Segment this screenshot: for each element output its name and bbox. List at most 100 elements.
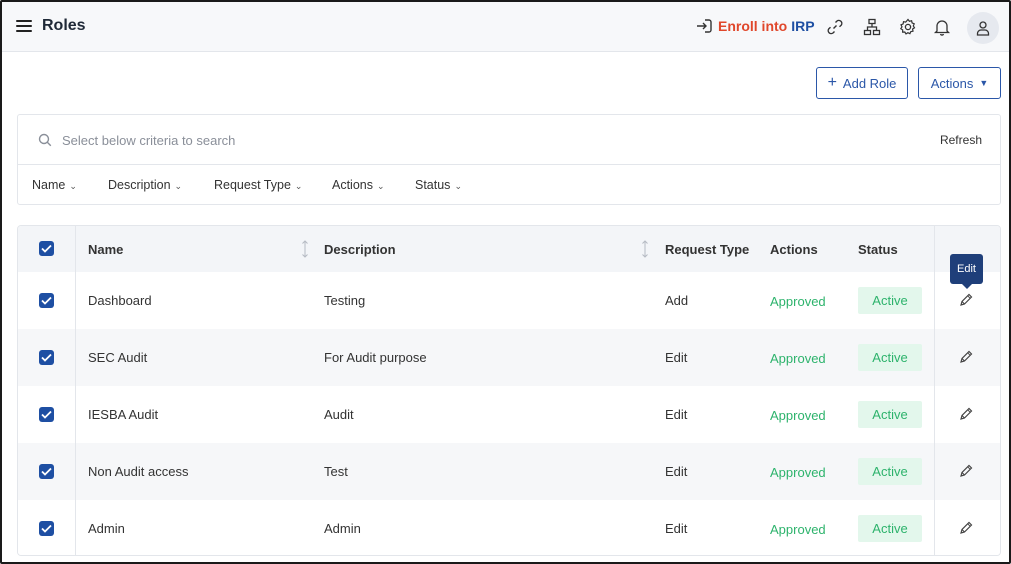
chevron-down-icon: ⌄	[377, 181, 385, 191]
user-icon	[976, 21, 990, 36]
check-icon	[41, 467, 52, 476]
filter-status[interactable]: Status ⌄	[415, 178, 462, 192]
cell-description: Audit	[324, 407, 354, 422]
enroll-text: Enroll into	[718, 18, 788, 34]
hierarchy-icon[interactable]	[863, 18, 881, 36]
column-header-request-type[interactable]: Request Type	[665, 242, 749, 257]
sort-icon[interactable]	[301, 240, 309, 258]
cell-request-type: Edit	[665, 521, 688, 536]
cell-name: IESBA Audit	[88, 407, 159, 422]
row-checkbox[interactable]	[39, 464, 54, 479]
status-badge: Active	[858, 458, 922, 485]
bell-icon[interactable]	[933, 18, 951, 36]
column-divider	[75, 226, 76, 555]
table-row[interactable]: IESBA Audit Audit Edit Approved Active	[18, 386, 1000, 443]
cell-action: Approved	[770, 522, 826, 537]
cell-name: Dashboard	[88, 293, 152, 308]
cell-description: Testing	[324, 293, 366, 308]
cell-action: Approved	[770, 294, 826, 309]
pencil-icon[interactable]	[958, 292, 974, 308]
cell-action: Approved	[770, 408, 826, 423]
pencil-icon[interactable]	[958, 463, 974, 479]
refresh-button[interactable]: Refresh	[940, 133, 982, 147]
column-header-status[interactable]: Status	[858, 242, 898, 257]
chevron-down-icon: ⌄	[69, 181, 77, 191]
chevron-down-icon: ▼	[979, 78, 989, 88]
status-badge: Active	[858, 344, 922, 371]
row-checkbox[interactable]	[39, 350, 54, 365]
column-header-description[interactable]: Description	[324, 242, 396, 257]
select-all-checkbox[interactable]	[39, 241, 54, 256]
cell-name: SEC Audit	[88, 350, 148, 365]
check-icon	[41, 353, 52, 362]
check-icon	[41, 296, 52, 305]
filter-label: Request Type	[214, 178, 291, 192]
gear-icon[interactable]	[899, 18, 917, 36]
cell-request-type: Edit	[665, 407, 688, 422]
check-icon	[41, 410, 52, 419]
top-bar: Roles Enroll into IRP	[2, 2, 1009, 52]
row-checkbox[interactable]	[39, 293, 54, 308]
menu-icon[interactable]	[16, 20, 32, 34]
cell-request-type: Edit	[665, 464, 688, 479]
chevron-down-icon: ⌄	[294, 181, 303, 191]
status-badge: Active	[858, 515, 922, 542]
actions-dropdown-button[interactable]: Actions ▼	[918, 67, 1001, 99]
table-row[interactable]: Non Audit access Test Edit Approved Acti…	[18, 443, 1000, 500]
cell-description: For Audit purpose	[324, 350, 427, 365]
status-badge: Active	[858, 287, 922, 314]
filter-label: Description	[108, 178, 171, 192]
app-window: Roles Enroll into IRP + Add Role Actions…	[0, 0, 1011, 564]
search-input[interactable]	[62, 130, 562, 150]
plus-icon: +	[827, 74, 837, 91]
status-badge: Active	[858, 401, 922, 428]
filter-label: Name	[32, 178, 66, 192]
link-icon[interactable]	[826, 18, 844, 36]
column-header-actions[interactable]: Actions	[770, 242, 818, 257]
filter-request-type[interactable]: Request Type ⌄	[214, 178, 302, 192]
check-icon	[41, 244, 52, 253]
filter-panel: Refresh Name⌄ Description⌄ Request Type⌄…	[17, 114, 1001, 205]
cell-action: Approved	[770, 351, 826, 366]
enroll-link[interactable]: Enroll into IRP	[696, 18, 815, 34]
enroll-icon	[697, 19, 712, 33]
pencil-icon[interactable]	[958, 520, 974, 536]
check-icon	[41, 524, 52, 533]
row-checkbox[interactable]	[39, 521, 54, 536]
cell-request-type: Edit	[665, 350, 688, 365]
table-header: Name Description Request Type Actions St…	[18, 226, 1000, 272]
add-role-label: Add Role	[842, 75, 897, 91]
roles-table: Name Description Request Type Actions St…	[17, 225, 1001, 556]
chevron-down-icon: ⌄	[454, 181, 462, 191]
pencil-icon[interactable]	[958, 406, 974, 422]
table-row[interactable]: Admin Admin Edit Approved Active	[18, 500, 1000, 555]
row-checkbox[interactable]	[39, 407, 54, 422]
add-role-button[interactable]: + Add Role	[816, 67, 908, 99]
filter-description[interactable]: Description ⌄	[108, 178, 182, 192]
search-row: Refresh	[18, 115, 1000, 165]
cell-description: Admin	[324, 521, 361, 536]
cell-name: Admin	[88, 521, 125, 536]
cell-name: Non Audit access	[88, 464, 189, 479]
table-row[interactable]: SEC Audit For Audit purpose Edit Approve…	[18, 329, 1000, 386]
filter-actions[interactable]: Actions ⌄	[332, 178, 385, 192]
filter-name[interactable]: Name ⌄	[32, 178, 77, 192]
enroll-accent: IRP	[791, 18, 815, 34]
pencil-icon[interactable]	[958, 349, 974, 365]
cell-action: Approved	[770, 465, 826, 480]
edit-tooltip: Edit	[950, 254, 983, 289]
cell-description: Test	[324, 464, 348, 479]
table-row[interactable]: Dashboard Testing Add Approved Active	[18, 272, 1000, 329]
page-title: Roles	[42, 17, 86, 34]
cell-request-type: Add	[665, 293, 689, 308]
filter-label: Status	[415, 178, 451, 192]
search-icon	[38, 133, 52, 147]
filter-row: Name ⌄ Description ⌄ Request Type ⌄ Actions…	[18, 165, 1000, 205]
sort-icon[interactable]	[641, 240, 649, 258]
column-divider	[934, 226, 935, 555]
chevron-down-icon: ⌄	[174, 181, 183, 191]
column-header-name[interactable]: Name	[88, 242, 123, 257]
filter-label: Actions	[332, 178, 373, 192]
actions-label: Actions	[930, 75, 974, 91]
avatar[interactable]	[967, 12, 999, 44]
